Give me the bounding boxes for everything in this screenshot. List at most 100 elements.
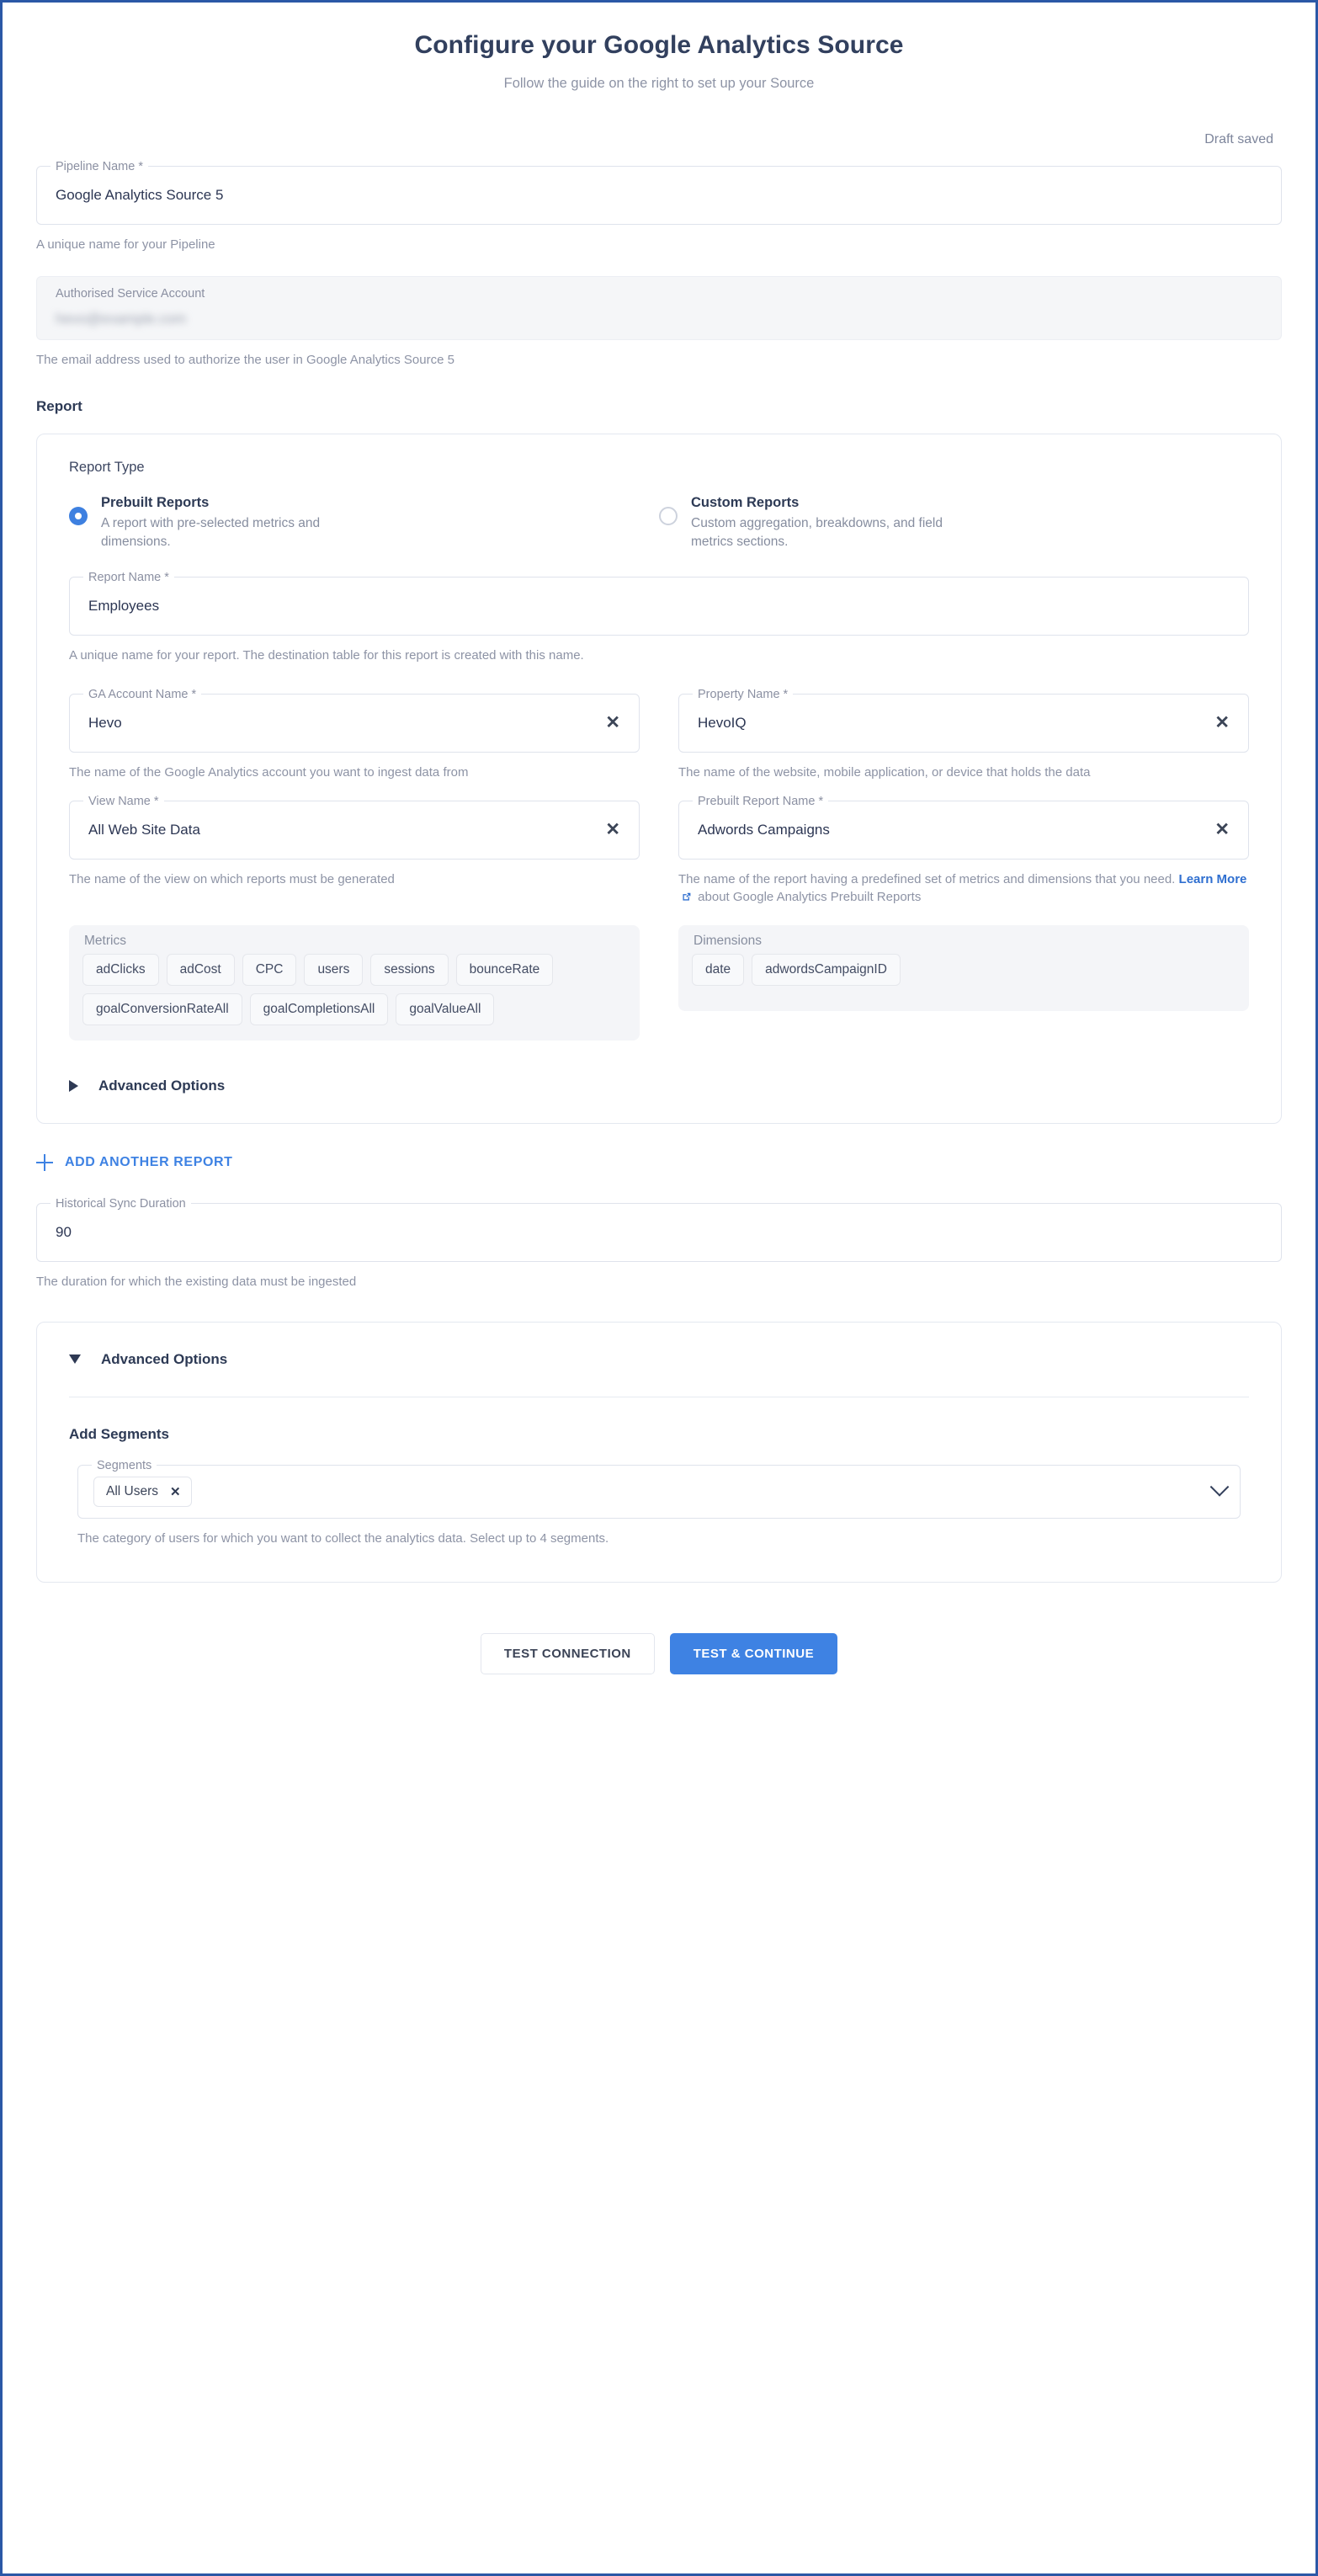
report-advanced-options-label: Advanced Options	[98, 1078, 226, 1094]
metrics-label: Metrics	[84, 934, 126, 949]
dimension-chip: date	[692, 954, 745, 987]
test-connection-button[interactable]: TEST CONNECTION	[480, 1632, 655, 1674]
report-name-label: Report Name *	[83, 569, 174, 587]
remove-segment-icon[interactable]: ✕	[170, 1484, 181, 1499]
radio-prebuilt-title: Prebuilt Reports	[101, 494, 210, 510]
metrics-chip-list: adClicks adCost CPC users sessions bounc…	[82, 954, 626, 1026]
view-name-field[interactable]: View Name * All Web Site Data ✕	[69, 792, 640, 860]
view-name-group: View Name * All Web Site Data ✕ The name…	[69, 792, 640, 909]
pipeline-name-label: Pipeline Name *	[50, 158, 148, 175]
dimensions-panel: Dimensions date adwordsCampaignID	[678, 925, 1249, 1012]
chevron-down-icon[interactable]	[1209, 1477, 1230, 1497]
account-property-row: GA Account Name * Hevo ✕ The name of the…	[69, 685, 1249, 782]
draft-status: Draft saved	[1204, 132, 1273, 146]
add-another-report-label: ADD ANOTHER REPORT	[65, 1155, 233, 1170]
segments-field[interactable]: Segments All Users ✕	[77, 1456, 1241, 1519]
learn-more-link[interactable]: Learn More	[1179, 872, 1247, 886]
pipeline-name-hint: A unique name for your Pipeline	[36, 237, 215, 252]
prebuilt-report-name-hint: The name of the report having a predefin…	[678, 870, 1249, 909]
external-link-icon[interactable]	[681, 890, 692, 908]
page-header: Configure your Google Analytics Source F…	[36, 3, 1282, 92]
metric-chip: adCost	[166, 954, 235, 987]
add-another-report-button[interactable]: ADD ANOTHER REPORT	[36, 1154, 1282, 1172]
clear-icon[interactable]: ✕	[1206, 714, 1230, 732]
ga-account-label: GA Account Name *	[83, 685, 202, 703]
dimensions-label: Dimensions	[694, 934, 762, 949]
pipeline-name-group: Pipeline Name * Google Analytics Source …	[36, 158, 1282, 254]
plus-icon	[36, 1154, 53, 1172]
segments-label: Segments	[92, 1456, 157, 1474]
segments-hint: The category of users for which you want…	[77, 1530, 609, 1546]
metrics-dimensions-row: Metrics adClicks adCost CPC users sessio…	[69, 925, 1249, 1041]
property-name-field[interactable]: Property Name * HevoIQ ✕	[678, 685, 1249, 753]
historical-sync-field[interactable]: Historical Sync Duration 90	[36, 1195, 1282, 1263]
property-name-hint: The name of the website, mobile applicat…	[678, 764, 1091, 780]
report-section-heading: Report	[36, 397, 82, 414]
dimension-chip: adwordsCampaignID	[752, 954, 901, 987]
prebuilt-report-name-input[interactable]: Adwords Campaigns	[698, 822, 1206, 838]
clear-icon[interactable]: ✕	[597, 714, 620, 732]
report-advanced-options-toggle[interactable]: Advanced Options	[69, 1078, 1249, 1094]
segment-chip[interactable]: All Users ✕	[93, 1476, 192, 1507]
chevron-right-icon	[69, 1080, 78, 1093]
metric-chip: bounceRate	[455, 954, 554, 987]
test-and-continue-button[interactable]: TEST & CONTINUE	[669, 1632, 838, 1674]
clear-icon[interactable]: ✕	[1206, 821, 1230, 838]
segments-group: Segments All Users ✕ The category of use…	[69, 1456, 1249, 1548]
report-name-field[interactable]: Report Name * Employees	[69, 569, 1249, 636]
service-account-value: hevo@example.com	[56, 310, 187, 327]
service-account-label: Authorised Service Account	[56, 286, 205, 301]
view-name-hint: The name of the view on which reports mu…	[69, 871, 395, 886]
radio-custom-description: Custom aggregation, breakdowns, and fiel…	[691, 516, 943, 550]
prebuilt-hint-before: The name of the report having a predefin…	[678, 871, 1176, 886]
view-name-input[interactable]: All Web Site Data	[88, 822, 597, 838]
metric-chip: CPC	[242, 954, 297, 987]
metric-chip: goalValueAll	[396, 993, 495, 1026]
configure-source-page: Configure your Google Analytics Source F…	[0, 0, 1318, 2576]
radio-unselected-icon[interactable]	[659, 506, 678, 525]
ga-account-field[interactable]: GA Account Name * Hevo ✕	[69, 685, 640, 753]
metric-chip: sessions	[370, 954, 449, 987]
property-name-label: Property Name *	[693, 685, 794, 703]
metric-chip: goalCompletionsAll	[249, 993, 389, 1026]
report-type-radio-group: Prebuilt Reports A report with pre-selec…	[69, 494, 1249, 552]
advanced-options-label: Advanced Options	[101, 1350, 228, 1367]
service-account-field: Authorised Service Account hevo@example.…	[36, 275, 1282, 340]
report-name-hint: A unique name for your report. The desti…	[69, 648, 584, 663]
pipeline-name-input[interactable]: Google Analytics Source 5	[56, 187, 1262, 204]
radio-prebuilt-description: A report with pre-selected metrics and d…	[101, 516, 321, 550]
radio-custom-title: Custom Reports	[691, 494, 800, 510]
property-name-group: Property Name * HevoIQ ✕ The name of the…	[678, 685, 1249, 782]
segment-chip-label: All Users	[106, 1483, 159, 1498]
ga-account-group: GA Account Name * Hevo ✕ The name of the…	[69, 685, 640, 782]
prebuilt-hint-after: about Google Analytics Prebuilt Reports	[698, 890, 922, 905]
advanced-options-toggle[interactable]: Advanced Options	[69, 1351, 1249, 1368]
report-card: Report Type Prebuilt Reports A report wi…	[36, 433, 1282, 1125]
ga-account-input[interactable]: Hevo	[88, 715, 597, 732]
footer-actions: TEST CONNECTION TEST & CONTINUE	[36, 1632, 1282, 1713]
historical-sync-group: Historical Sync Duration 90 The duration…	[36, 1195, 1282, 1291]
view-name-label: View Name *	[83, 792, 164, 810]
advanced-options-card: Advanced Options Add Segments Segments A…	[36, 1321, 1282, 1583]
report-name-input[interactable]: Employees	[88, 598, 1230, 615]
report-name-group: Report Name * Employees A unique name fo…	[69, 569, 1249, 665]
ga-account-hint: The name of the Google Analytics account…	[69, 764, 469, 780]
service-account-group: Authorised Service Account hevo@example.…	[36, 275, 1282, 370]
historical-sync-label: Historical Sync Duration	[50, 1195, 191, 1213]
view-prebuilt-row: View Name * All Web Site Data ✕ The name…	[69, 792, 1249, 909]
historical-sync-hint: The duration for which the existing data…	[36, 1275, 357, 1290]
page-title: Configure your Google Analytics Source	[414, 31, 904, 59]
pipeline-name-field[interactable]: Pipeline Name * Google Analytics Source …	[36, 158, 1282, 225]
metric-chip: goalConversionRateAll	[82, 993, 242, 1026]
metric-chip: users	[304, 954, 364, 987]
page-subtitle: Follow the guide on the right to set up …	[503, 76, 815, 91]
clear-icon[interactable]: ✕	[597, 821, 620, 838]
radio-option-prebuilt-reports[interactable]: Prebuilt Reports A report with pre-selec…	[69, 494, 659, 552]
metric-chip: adClicks	[82, 954, 159, 987]
radio-option-custom-reports[interactable]: Custom Reports Custom aggregation, break…	[659, 494, 1249, 552]
prebuilt-report-name-field[interactable]: Prebuilt Report Name * Adwords Campaigns…	[678, 792, 1249, 860]
historical-sync-input[interactable]: 90	[56, 1224, 1262, 1241]
radio-selected-icon[interactable]	[69, 506, 88, 525]
property-name-input[interactable]: HevoIQ	[698, 715, 1206, 732]
chevron-down-icon	[69, 1355, 81, 1365]
